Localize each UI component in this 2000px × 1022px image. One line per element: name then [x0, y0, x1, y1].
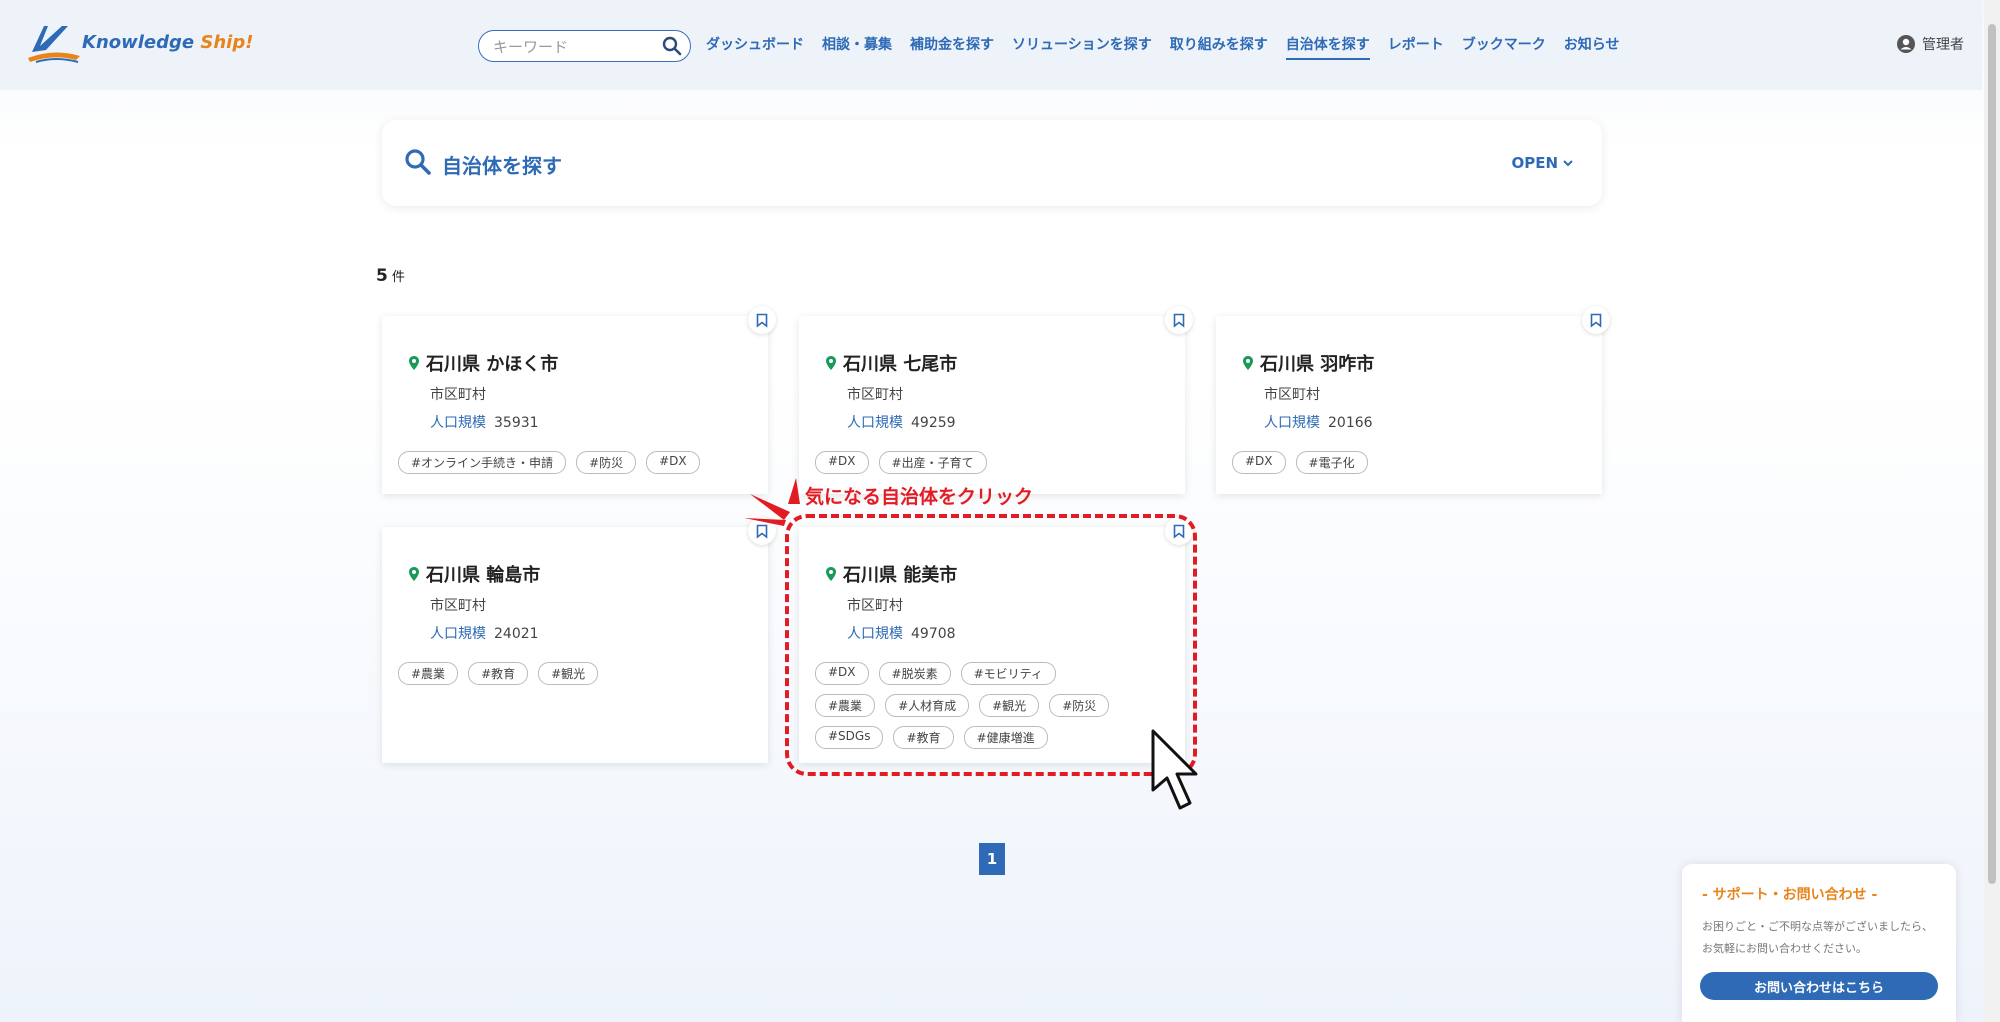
- nav-bookmark[interactable]: ブックマーク: [1462, 34, 1546, 60]
- main-nav: ダッシュボード 相談・募集 補助金を探す ソリューションを探す 取り組みを探す …: [706, 34, 1637, 60]
- card-type: 市区町村: [847, 387, 903, 403]
- search-filter-panel: 自治体を探す OPEN: [382, 120, 1602, 206]
- tag[interactable]: #DX: [1232, 451, 1286, 474]
- card-type: 市区町村: [430, 387, 486, 403]
- municipality-card[interactable]: 石川県 羽咋市 市区町村 人口規模 20166 #DX #電子化: [1216, 306, 1610, 494]
- search-icon[interactable]: [662, 36, 682, 60]
- scrollbar-thumb[interactable]: [1988, 24, 1996, 884]
- card-title: 石川県 七尾市: [825, 350, 957, 376]
- annotation-text: 気になる自治体をクリック: [805, 486, 1034, 508]
- tag-list: #農業 #教育 #観光: [398, 662, 752, 685]
- user-name: 管理者: [1922, 37, 1964, 53]
- card-type: 市区町村: [430, 598, 486, 614]
- tag[interactable]: #出産・子育て: [878, 451, 987, 474]
- bookmark-icon[interactable]: [748, 306, 776, 334]
- filter-open-toggle[interactable]: OPEN: [1511, 154, 1574, 172]
- contact-button[interactable]: お問い合わせはこちら: [1700, 972, 1938, 1000]
- tag[interactable]: #教育: [468, 662, 529, 685]
- tag[interactable]: #オンライン手続き・申請: [398, 451, 567, 474]
- card-population: 人口規模 20166: [1264, 415, 1373, 431]
- card-population: 人口規模 35931: [430, 415, 539, 431]
- logo-icon: [28, 26, 80, 63]
- location-pin-icon: [826, 356, 836, 370]
- search-icon: [404, 148, 432, 180]
- tag[interactable]: #DX: [646, 451, 700, 474]
- header-bar: Knowledge Ship! ダッシュボード 相談・募集 補助金を探す ソリュ…: [0, 0, 1982, 90]
- location-pin-icon: [409, 567, 419, 581]
- tag[interactable]: #電子化: [1295, 451, 1368, 474]
- card-title: 石川県 輪島市: [408, 561, 540, 587]
- mouse-cursor-icon: [1151, 729, 1198, 810]
- keyword-search[interactable]: [478, 30, 691, 62]
- tag-list: #DX #電子化: [1232, 451, 1586, 474]
- tag[interactable]: #観光: [538, 662, 599, 685]
- bookmark-icon[interactable]: [1165, 306, 1193, 334]
- support-title: - サポート・お問い合わせ -: [1702, 887, 1878, 903]
- open-label: OPEN: [1511, 154, 1558, 172]
- municipality-card[interactable]: 石川県 七尾市 市区町村 人口規模 49259 #DX #出産・子育て: [799, 306, 1193, 494]
- filter-title: 自治体を探す: [442, 154, 562, 178]
- tag-list: #オンライン手続き・申請 #防災 #DX: [398, 451, 752, 474]
- tag[interactable]: #DX: [815, 451, 869, 474]
- user-icon: [1897, 35, 1915, 53]
- page-scrollbar[interactable]: [1984, 0, 2000, 1022]
- result-count: 5件: [376, 266, 405, 286]
- search-input[interactable]: [491, 35, 655, 59]
- chevron-down-icon: [1563, 160, 1573, 167]
- pagination-page-1[interactable]: 1: [979, 843, 1005, 875]
- nav-subsidy[interactable]: 補助金を探す: [910, 34, 994, 60]
- municipality-card[interactable]: 石川県 輪島市 市区町村 人口規模 24021 #農業 #教育 #観光: [382, 517, 776, 763]
- support-text: お困りごと・ご不明な点等がございましたら、お気軽にお問い合わせください。: [1702, 920, 1933, 955]
- nav-municipality[interactable]: 自治体を探す: [1285, 34, 1370, 60]
- nav-report[interactable]: レポート: [1388, 34, 1444, 60]
- nav-notice[interactable]: お知らせ: [1564, 34, 1620, 60]
- card-type: 市区町村: [1264, 387, 1320, 403]
- nav-solution[interactable]: ソリューションを探す: [1012, 34, 1152, 60]
- card-title: 石川県 羽咋市: [1242, 350, 1374, 376]
- user-menu[interactable]: 管理者: [1896, 34, 1964, 54]
- tag[interactable]: #防災: [576, 451, 637, 474]
- annotation-highlight-box: [785, 514, 1197, 776]
- nav-consult[interactable]: 相談・募集: [822, 34, 892, 60]
- app-logo[interactable]: Knowledge Ship!: [26, 22, 253, 66]
- card-population: 人口規模 24021: [430, 626, 539, 642]
- logo-text: Knowledge Ship!: [82, 32, 254, 53]
- support-widget: - サポート・お問い合わせ - お困りごと・ご不明な点等がございましたら、お気軽…: [1682, 864, 1956, 1022]
- location-pin-icon: [1243, 356, 1253, 370]
- nav-initiative[interactable]: 取り組みを探す: [1170, 34, 1268, 60]
- card-title: 石川県 かほく市: [408, 350, 558, 376]
- nav-dashboard[interactable]: ダッシュボード: [706, 34, 804, 60]
- card-population: 人口規模 49259: [847, 415, 956, 431]
- bookmark-icon[interactable]: [1582, 306, 1610, 334]
- tag-list: #DX #出産・子育て: [815, 451, 1169, 474]
- municipality-card[interactable]: 石川県 かほく市 市区町村 人口規模 35931 #オンライン手続き・申請 #防災…: [382, 306, 776, 494]
- location-pin-icon: [409, 356, 419, 370]
- tag[interactable]: #農業: [398, 662, 459, 685]
